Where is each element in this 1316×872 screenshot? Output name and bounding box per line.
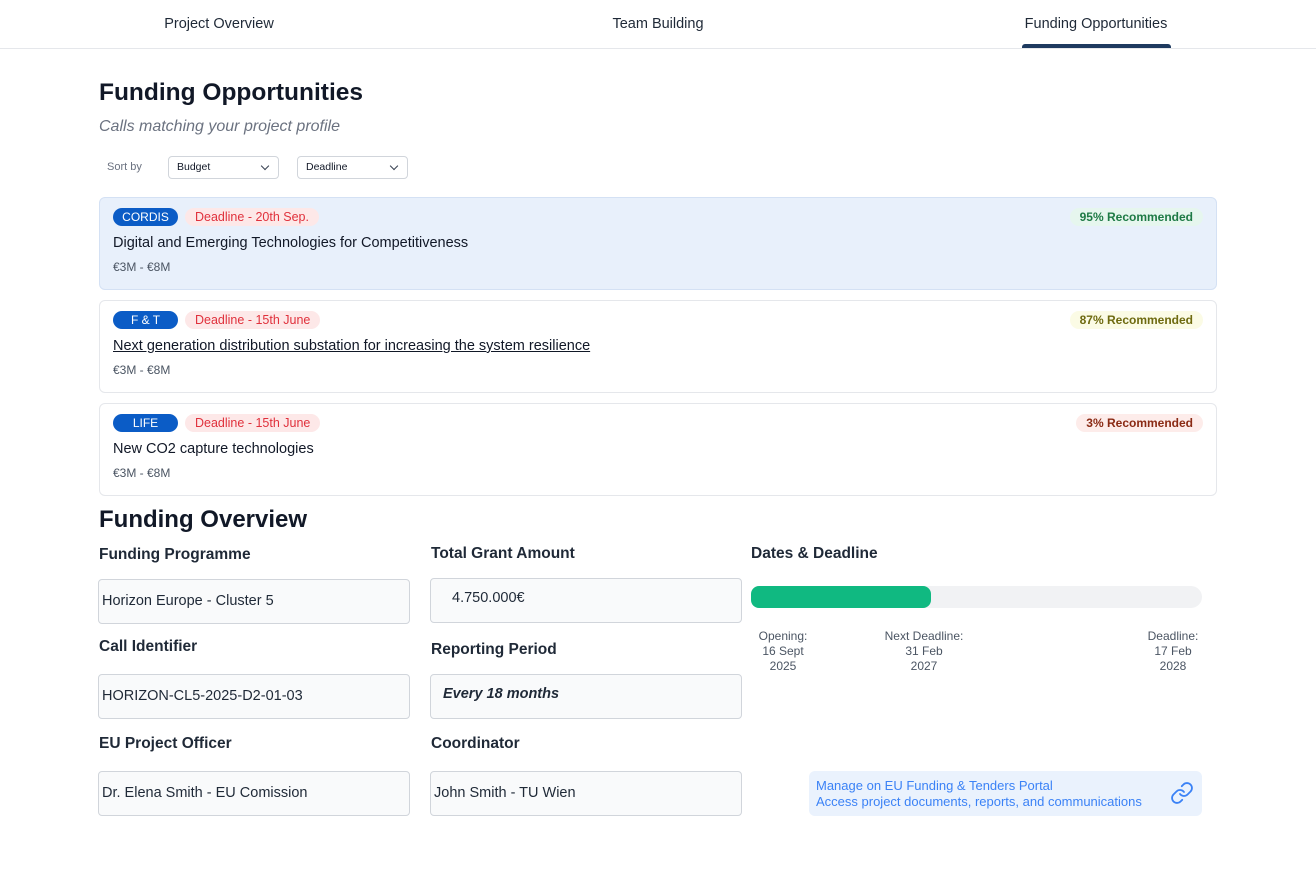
tab-funding-opportunities[interactable]: Funding Opportunities xyxy=(1006,0,1186,48)
total-grant-field[interactable]: 4.750.000€ xyxy=(430,578,742,623)
page-title: Funding Opportunities xyxy=(99,79,364,106)
top-tab-bar: Project Overview Team Building Funding O… xyxy=(0,0,1316,49)
call-title: New CO2 capture technologies xyxy=(113,441,314,457)
sort-deadline-select[interactable]: Deadline xyxy=(297,156,408,179)
deadline-badge: Deadline - 15th June xyxy=(185,311,321,329)
call-amount: €3M - €8M xyxy=(113,466,171,480)
chevron-down-icon xyxy=(260,161,270,171)
sort-by-label: Sort by xyxy=(107,161,142,173)
funding-call-card[interactable]: LIFE Deadline - 15th June 3% Recommended… xyxy=(99,403,1217,496)
project-officer-label: EU Project Officer xyxy=(99,735,232,752)
next-deadline-day: 31 Feb xyxy=(905,644,943,658)
next-deadline-date: Next Deadline: 31 Feb 2027 xyxy=(872,629,976,674)
call-title-link[interactable]: Next generation distribution substation … xyxy=(113,338,590,354)
opening-date-year: 2025 xyxy=(769,659,797,673)
deadline-progress-fill xyxy=(751,586,932,608)
tab-project-overview[interactable]: Project Overview xyxy=(120,0,318,48)
portal-link-title[interactable]: Manage on EU Funding & Tenders Portal xyxy=(816,778,1053,793)
next-deadline-label: Next Deadline: xyxy=(884,629,964,643)
opening-date-day: 16 Sept xyxy=(762,644,804,658)
call-amount: €3M - €8M xyxy=(113,363,171,377)
dates-deadline-label: Dates & Deadline xyxy=(751,545,878,562)
portal-link-description: Access project documents, reports, and c… xyxy=(816,794,1142,809)
call-title: Digital and Emerging Technologies for Co… xyxy=(113,235,469,251)
call-identifier-field[interactable]: HORIZON-CL5-2025-D2-01-03 xyxy=(98,674,410,719)
deadline-progress-bar xyxy=(751,586,1202,608)
recommendation-badge: 95% Recommended xyxy=(1069,208,1203,226)
final-deadline-label: Deadline: xyxy=(1147,629,1199,643)
link-icon[interactable] xyxy=(1170,781,1194,805)
next-deadline-year: 2027 xyxy=(910,659,938,673)
funding-call-card[interactable]: F & T Deadline - 15th June 87% Recommend… xyxy=(99,300,1217,393)
deadline-badge: Deadline - 20th Sep. xyxy=(185,208,319,226)
call-amount: €3M - €8M xyxy=(113,260,171,274)
final-deadline-date: Deadline: 17 Feb 2028 xyxy=(1138,629,1208,674)
funding-programme-label: Funding Programme xyxy=(99,546,251,563)
reporting-period-label: Reporting Period xyxy=(431,641,557,658)
call-identifier-label: Call Identifier xyxy=(99,638,198,655)
coordinator-label: Coordinator xyxy=(431,735,520,752)
page-subtitle: Calls matching your project profile xyxy=(99,118,340,135)
total-grant-label: Total Grant Amount xyxy=(431,545,575,562)
final-deadline-year: 2028 xyxy=(1159,659,1187,673)
source-badge: CORDIS xyxy=(113,208,178,226)
eu-portal-link-card[interactable]: Manage on EU Funding & Tenders Portal Ac… xyxy=(809,771,1202,816)
recommendation-badge: 3% Recommended xyxy=(1076,414,1203,432)
active-tab-indicator xyxy=(1022,44,1171,48)
opening-date: Opening: 16 Sept 2025 xyxy=(748,629,818,674)
deadline-badge: Deadline - 15th June xyxy=(185,414,321,432)
sort-deadline-value: Deadline xyxy=(306,161,348,173)
source-badge: LIFE xyxy=(113,414,178,432)
source-badge: F & T xyxy=(113,311,178,329)
reporting-period-field[interactable]: Every 18 months xyxy=(430,674,742,719)
sort-budget-value: Budget xyxy=(177,161,211,173)
chevron-down-icon xyxy=(389,161,399,171)
funding-programme-field[interactable]: Horizon Europe - Cluster 5 xyxy=(98,579,410,624)
tab-team-building[interactable]: Team Building xyxy=(558,0,758,48)
sort-budget-select[interactable]: Budget xyxy=(168,156,279,179)
recommendation-badge: 87% Recommended xyxy=(1069,311,1203,329)
funding-call-card[interactable]: CORDIS Deadline - 20th Sep. 95% Recommen… xyxy=(99,197,1217,290)
funding-overview-title: Funding Overview xyxy=(99,506,308,533)
coordinator-field[interactable]: John Smith - TU Wien xyxy=(430,771,742,816)
opening-date-label: Opening: xyxy=(758,629,808,643)
project-officer-field[interactable]: Dr. Elena Smith - EU Comission xyxy=(98,771,410,816)
final-deadline-day: 17 Feb xyxy=(1154,644,1192,658)
